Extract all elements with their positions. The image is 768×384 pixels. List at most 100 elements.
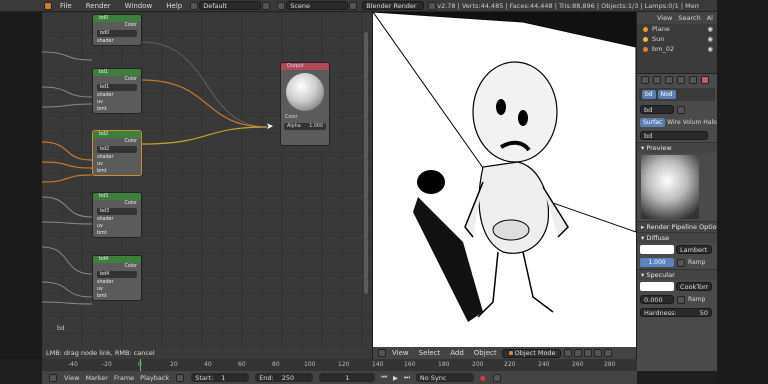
jump-end-icon[interactable]: ⏭ (404, 373, 410, 382)
render-pipeline-panel-header[interactable]: ▸ Render Pipeline Options (637, 221, 717, 232)
outliner-row-bm02[interactable]: bm_02 ◉ (637, 44, 717, 54)
current-frame-field[interactable]: 1 (319, 373, 376, 382)
eye-icon[interactable]: ◉ (707, 45, 713, 53)
node-bd3[interactable]: bd3 Color bd3 shader uv bmt (92, 192, 142, 238)
node-header[interactable]: bd3 (93, 193, 141, 200)
menu-file[interactable]: File (53, 2, 79, 10)
manipulator-icon[interactable] (583, 349, 592, 357)
output-node-header[interactable]: Output (281, 63, 329, 70)
timeline-editor-icon[interactable] (49, 373, 57, 382)
timeline-menu-playback[interactable]: Playback (140, 374, 169, 382)
render-tab-icon[interactable] (641, 76, 649, 84)
specular-intensity-slider[interactable]: 0.000 (640, 295, 674, 304)
tab-surface[interactable]: Surfac (640, 118, 666, 127)
menu-help[interactable]: Help (159, 2, 189, 10)
diffuse-shader-selector[interactable]: Lambert (676, 245, 712, 254)
ramp-checkbox[interactable] (677, 295, 685, 304)
menu-render[interactable]: Render (79, 2, 118, 10)
add-layout-icon[interactable] (262, 1, 271, 10)
outliner-row-sun[interactable]: Sun ◉ (637, 34, 717, 44)
node-header[interactable]: bd2 (93, 131, 141, 138)
scene-icon[interactable] (277, 1, 286, 10)
viewport-menu-view[interactable]: View (387, 349, 414, 357)
scene-selector[interactable]: Scene (286, 1, 349, 10)
interaction-mode-selector[interactable]: Object Mode (501, 348, 561, 358)
jump-start-icon[interactable]: ⏮ (381, 373, 387, 382)
node-header[interactable]: bd4 (93, 256, 141, 263)
tab-halo[interactable]: Halo (703, 119, 717, 126)
material-field[interactable]: bd2 (97, 146, 137, 153)
specular-color-swatch[interactable] (640, 282, 674, 291)
material-field[interactable]: bd4 (97, 271, 137, 278)
tab-volume[interactable]: Volum (683, 119, 702, 126)
material-name-field[interactable]: bd (640, 105, 674, 114)
node-editor-vertical-scrollbar[interactable] (364, 32, 368, 294)
shading-icon[interactable] (563, 349, 572, 357)
record-icon[interactable]: ● (480, 374, 486, 382)
start-frame-field[interactable]: Start: 1 (191, 373, 250, 382)
eye-icon[interactable]: ◉ (707, 25, 713, 33)
node-header[interactable]: bd0 (93, 15, 141, 22)
material-field[interactable]: bd0 (97, 30, 137, 37)
pivot-icon[interactable] (573, 349, 582, 357)
output-node[interactable]: Output Color Alpha 1.000 (280, 62, 330, 146)
material-slot[interactable]: bd (642, 90, 656, 99)
menu-window[interactable]: Window (118, 2, 160, 10)
timeline-menu-frame[interactable]: Frame (114, 374, 134, 382)
render-engine-selector[interactable]: Blender Render (362, 1, 425, 10)
current-frame-marker[interactable] (140, 359, 141, 371)
timeline-ruler[interactable]: -40 -20 0 20 40 60 80 100 120 140 160 18… (42, 359, 637, 371)
node-bd4[interactable]: bd4 Color bd4 shader uv bmt (92, 255, 142, 301)
object-tab-icon[interactable] (689, 76, 697, 84)
sub-material-field[interactable]: bd (640, 131, 708, 140)
diffuse-color-swatch[interactable] (640, 245, 674, 254)
node-bd2[interactable]: bd2 Color bd2 shader uv bmt (92, 130, 142, 176)
node-slot[interactable]: Nod (657, 90, 676, 99)
fake-user-icon[interactable] (677, 105, 685, 114)
output-alpha-field[interactable]: Alpha 1.000 (284, 123, 326, 130)
node-bd1[interactable]: bd1 Color bd1 shader uv bmt (92, 68, 142, 114)
tab-wire[interactable]: Wire (667, 119, 681, 126)
world-tab-icon[interactable] (677, 76, 685, 84)
ramp-checkbox[interactable] (677, 258, 685, 267)
viewport-menu-add[interactable]: Add (445, 349, 469, 357)
specular-shader-selector[interactable]: CookTorr (676, 282, 712, 291)
material-field[interactable]: bd1 (97, 84, 137, 91)
preview-panel-header[interactable]: ▾ Preview (637, 142, 717, 153)
material-field[interactable]: bd3 (97, 208, 137, 215)
keying-set-icon[interactable] (492, 373, 501, 382)
layers-tab-icon[interactable] (653, 76, 661, 84)
layout-icon[interactable] (190, 1, 199, 10)
blender-logo-icon[interactable] (44, 1, 52, 10)
eye-icon[interactable]: ◉ (707, 35, 713, 43)
screen-layout-selector[interactable]: Default (199, 1, 262, 10)
scene-tab-icon[interactable] (665, 76, 673, 84)
3d-viewport[interactable] (373, 12, 636, 347)
outliner-row-plane[interactable]: Plane ◉ (637, 24, 717, 34)
editor-type-icon[interactable] (378, 349, 386, 357)
preview-range-icon[interactable] (176, 373, 185, 382)
material-tab-icon[interactable] (701, 76, 709, 84)
node-input-label: shader (97, 280, 114, 285)
specular-panel-header[interactable]: ▾ Specular (637, 269, 717, 280)
rotate-icon[interactable] (603, 349, 612, 357)
outliner-tab-search[interactable]: Search (678, 14, 700, 22)
sync-mode-selector[interactable]: No Sync (415, 373, 474, 382)
diffuse-panel-header[interactable]: ▾ Diffuse (637, 232, 717, 243)
play-icon[interactable]: ▶ (393, 374, 398, 382)
outliner-tab-all[interactable]: Al (707, 14, 713, 22)
node-bd0[interactable]: bd0 Color bd0 shader (92, 14, 142, 46)
viewport-menu-object[interactable]: Object (469, 349, 502, 357)
add-scene-icon[interactable] (349, 1, 358, 10)
timeline-menu-marker[interactable]: Marker (85, 374, 107, 382)
diffuse-intensity-slider[interactable]: 1.000 (640, 258, 674, 267)
material-slot-list[interactable]: bd Nod (639, 88, 715, 101)
end-frame-field[interactable]: End: 250 (255, 373, 314, 382)
translate-icon[interactable] (593, 349, 602, 357)
hardness-field[interactable]: Hardness: 50 (640, 308, 712, 317)
outliner-tab-view[interactable]: View (657, 14, 672, 22)
node-header[interactable]: bd1 (93, 69, 141, 76)
viewport-menu-select[interactable]: Select (414, 349, 446, 357)
timeline-menu-view[interactable]: View (64, 374, 79, 382)
node-editor[interactable]: bd0 Color bd0 shader bd1 Color bd1 shade… (42, 12, 372, 359)
